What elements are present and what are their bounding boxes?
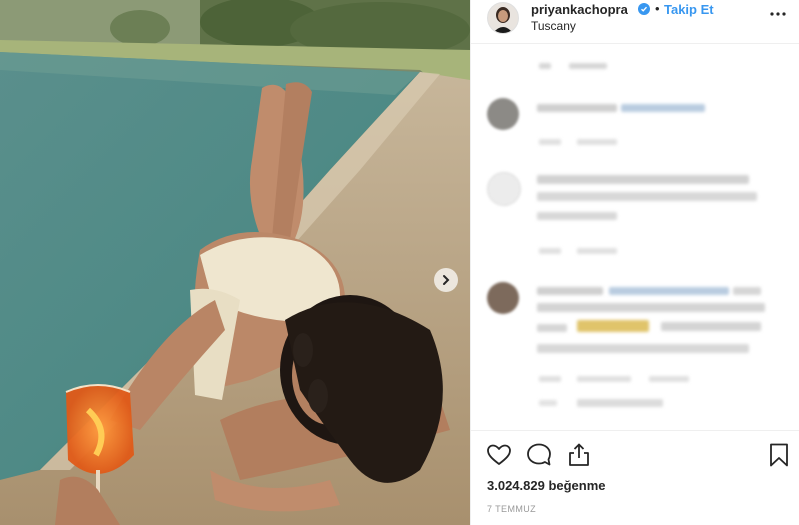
comments-list[interactable] [471, 44, 799, 430]
blurred-comment-text [577, 248, 617, 254]
blurred-comment-emojis [577, 320, 649, 332]
blurred-comment-text [537, 212, 617, 220]
blurred-comment-text [539, 400, 557, 406]
more-options-icon[interactable] [768, 4, 788, 24]
blurred-comment-text [577, 139, 617, 145]
post-actions: 3.024.829 beğenme 7 TEMMUZ [471, 430, 799, 525]
follow-button[interactable]: Takip Et [664, 2, 714, 17]
username-link[interactable]: priyankachopra [531, 2, 628, 17]
location-link[interactable]: Tuscany [531, 19, 576, 33]
blurred-comment-text [569, 63, 607, 69]
separator-dot: • [655, 1, 660, 16]
heart-icon[interactable] [485, 441, 513, 469]
blurred-comment-text [539, 248, 561, 254]
blurred-comment-text [537, 324, 567, 332]
blurred-comment-text [537, 104, 617, 112]
blurred-comment-text [621, 104, 705, 112]
post-side-panel: priyankachopra • Takip Et Tuscany 3.024.… [470, 0, 799, 525]
share-icon[interactable] [565, 441, 593, 469]
blurred-comment-text [539, 63, 551, 69]
blurred-comment-text [577, 399, 663, 407]
likes-count[interactable]: 3.024.829 beğenme [487, 478, 606, 493]
blurred-comment-text [609, 287, 729, 295]
avatar[interactable] [487, 2, 519, 34]
blurred-comment-text [733, 287, 761, 295]
verified-badge-icon [638, 3, 650, 15]
blurred-comment-text [537, 344, 749, 353]
blurred-comment-avatar [487, 172, 521, 206]
blurred-comment-text [577, 376, 631, 382]
post-image [0, 0, 470, 525]
blurred-comment-text [539, 376, 561, 382]
blurred-comment-text [537, 192, 757, 201]
comment-icon[interactable] [525, 441, 553, 469]
post-date[interactable]: 7 TEMMUZ [487, 504, 536, 514]
post-photo[interactable] [0, 0, 470, 525]
blurred-comment-text [537, 287, 603, 295]
chevron-right-icon [443, 275, 450, 285]
avatar-image [488, 3, 518, 33]
blurred-comment-text [539, 139, 561, 145]
blurred-comment-text [649, 376, 689, 382]
post-header: priyankachopra • Takip Et Tuscany [471, 0, 799, 44]
blurred-comment-avatar [487, 282, 519, 314]
bookmark-icon[interactable] [765, 441, 793, 469]
blurred-comment-text [537, 303, 765, 312]
blurred-comment-avatar [487, 98, 519, 130]
next-photo-button[interactable] [434, 268, 458, 292]
blurred-comment-text [537, 175, 749, 184]
blurred-comment-text [661, 322, 761, 331]
